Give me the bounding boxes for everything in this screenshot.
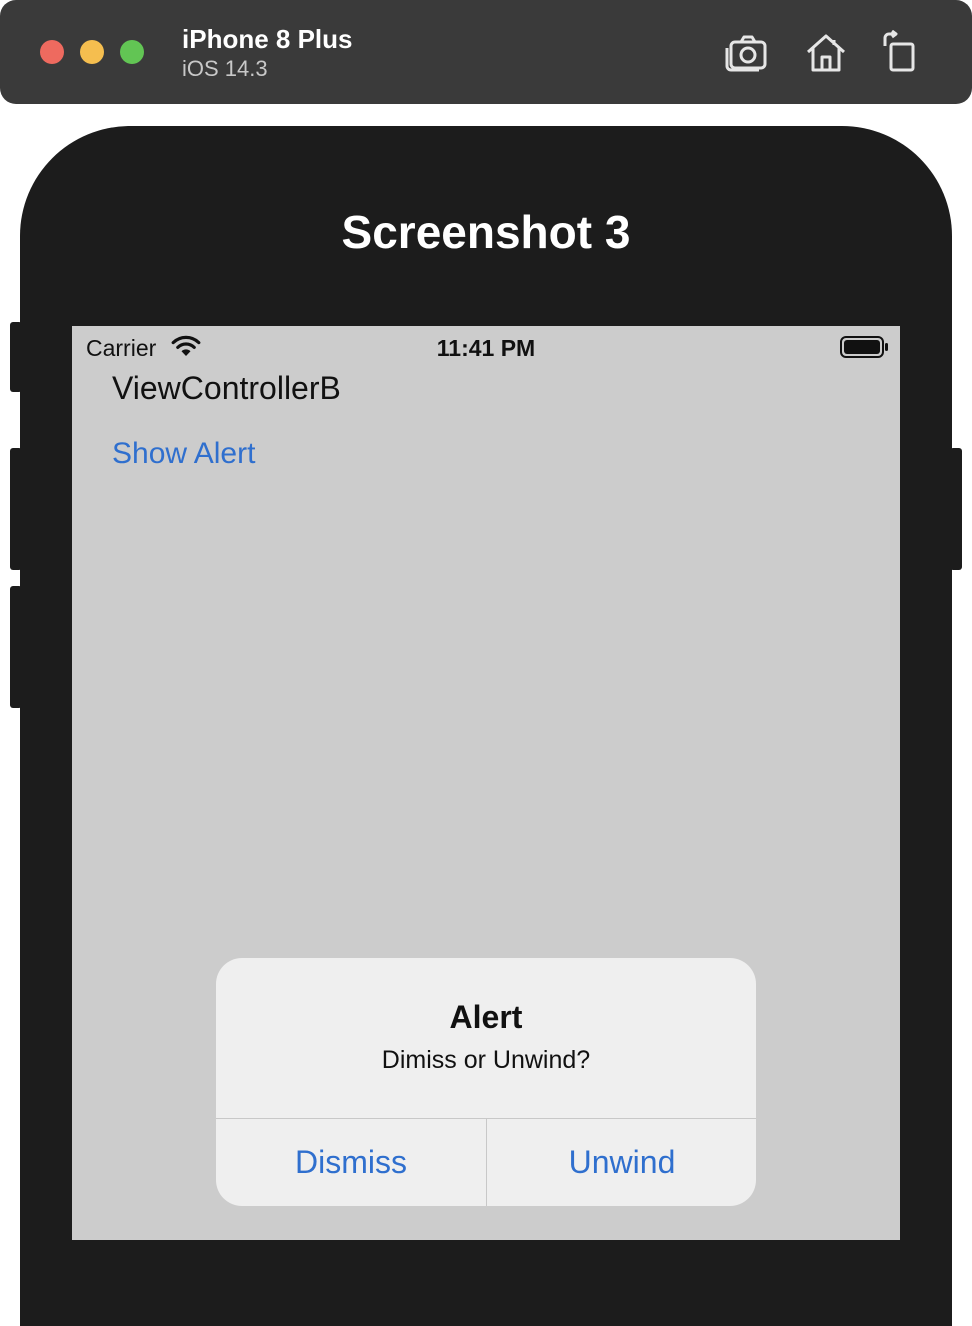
simulator-os-version: iOS 14.3 bbox=[182, 56, 268, 81]
battery-icon bbox=[840, 336, 888, 358]
screenshot-icon[interactable] bbox=[725, 30, 771, 76]
alert-message: Dimiss or Unwind? bbox=[381, 1046, 591, 1074]
device-title: Screenshot 3 bbox=[341, 206, 631, 258]
alert-title: Alert bbox=[449, 999, 523, 1035]
volume-down-button bbox=[10, 586, 22, 708]
view-controller-label: ViewControllerB bbox=[112, 370, 341, 406]
device-screen: Carrier 11:41 PM ViewControllerB Show Al… bbox=[72, 326, 900, 1240]
maximize-window-button[interactable] bbox=[120, 40, 144, 64]
alert-dialog: Alert Dimiss or Unwind? Dismiss Unwind bbox=[216, 958, 756, 1206]
status-time: 11:41 PM bbox=[436, 335, 536, 361]
power-button bbox=[950, 448, 962, 570]
simulator-title-bar: iPhone 8 Plus iOS 14.3 bbox=[0, 0, 972, 104]
close-window-button[interactable] bbox=[40, 40, 64, 64]
show-alert-button[interactable]: Show Alert bbox=[112, 434, 255, 474]
rotate-icon[interactable] bbox=[877, 29, 923, 76]
dismiss-button[interactable]: Dismiss bbox=[216, 1119, 486, 1206]
simulator-device-name: iPhone 8 Plus bbox=[182, 24, 353, 54]
mute-switch bbox=[10, 322, 22, 392]
volume-up-button bbox=[10, 448, 22, 570]
minimize-window-button[interactable] bbox=[80, 40, 104, 64]
home-icon[interactable] bbox=[803, 30, 849, 76]
unwind-button[interactable]: Unwind bbox=[487, 1119, 756, 1206]
